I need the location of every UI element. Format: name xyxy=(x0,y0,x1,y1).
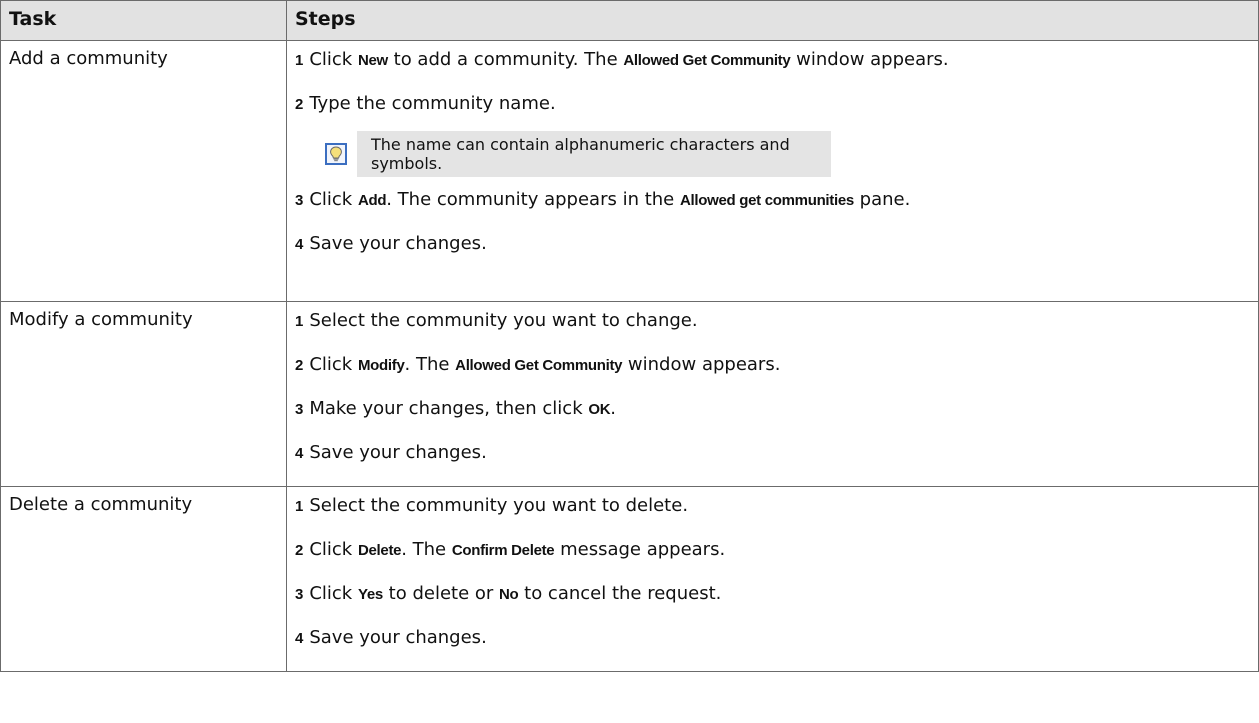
step-text: to cancel the request. xyxy=(518,583,722,604)
step-text: Save your changes. xyxy=(309,627,487,648)
table-row: Modify a community 1 Select the community … xyxy=(0,301,1259,487)
step-text: Click xyxy=(309,189,358,210)
steps-cell: 1 Click New to add a community. The Allow… xyxy=(286,40,1259,302)
step-text: Click xyxy=(309,354,358,375)
step-number: 2 xyxy=(295,96,304,113)
step-number: 3 xyxy=(295,192,304,209)
step-text: window appears. xyxy=(622,354,781,375)
step-text: window appears. xyxy=(790,49,949,70)
task-cell: Delete a community xyxy=(0,486,287,672)
step-item: 2 Click Delete. The Confirm Delete messag… xyxy=(295,539,1258,583)
step-text: Click xyxy=(309,539,358,560)
step-item: 4 Save your changes. xyxy=(295,442,1258,486)
step-text: pane. xyxy=(853,189,911,210)
ui-term: No xyxy=(499,586,519,603)
step-number: 4 xyxy=(295,236,304,253)
step-number: 3 xyxy=(295,586,304,603)
step-item: 2 Click Modify. The Allowed Get Community… xyxy=(295,354,1258,398)
ui-term: Allowed Get Community xyxy=(455,357,623,374)
ui-term: Yes xyxy=(357,586,383,603)
step-text: . The xyxy=(401,539,452,560)
ui-term: Modify xyxy=(357,357,405,374)
steps-cell: 1 Select the community you want to change… xyxy=(286,301,1259,487)
steps-cell: 1 Select the community you want to delete… xyxy=(286,486,1259,672)
task-cell: Add a community xyxy=(0,40,287,302)
step-item: 3 Click Add. The community appears in the… xyxy=(295,189,1258,233)
step-text: Click xyxy=(309,583,358,604)
table-row: Add a community 1 Click New to add a commu… xyxy=(0,40,1259,302)
step-item: 3 Make your changes, then click OK. xyxy=(295,398,1258,442)
tip-text: The name can contain alphanumeric charac… xyxy=(357,131,831,177)
step-number: 4 xyxy=(295,630,304,647)
step-number: 2 xyxy=(295,542,304,559)
task-steps-table: Task Steps Add a community 1 Click New to … xyxy=(0,0,1259,672)
step-item: 4 Save your changes. xyxy=(295,627,1258,671)
step-text: . The community appears in the xyxy=(386,189,680,210)
steps-column-header: Steps xyxy=(286,0,1259,41)
header-row: Task Steps xyxy=(0,0,1259,41)
step-item: 1 Select the community you want to delete… xyxy=(295,495,1258,539)
lightbulb-icon xyxy=(325,143,347,165)
tip-callout: The name can contain alphanumeric charac… xyxy=(325,131,1258,177)
step-text: to add a community. The xyxy=(387,49,624,70)
step-item: 4 Save your changes. xyxy=(295,233,1258,277)
step-text: message appears. xyxy=(554,539,726,560)
step-item: 3 Click Yes to delete or No to cancel the… xyxy=(295,583,1258,627)
step-text: Make your changes, then click xyxy=(309,398,589,419)
ui-term: Delete xyxy=(357,542,402,559)
step-text: Type the community name. xyxy=(309,93,556,114)
step-number: 1 xyxy=(295,52,304,69)
ui-term: OK xyxy=(588,401,611,418)
step-number: 1 xyxy=(295,313,304,330)
task-column-header: Task xyxy=(0,0,287,41)
step-number: 3 xyxy=(295,401,304,418)
steps-list: 1 Select the community you want to delete… xyxy=(287,487,1258,671)
ui-term: Add xyxy=(357,192,387,209)
ui-term: Allowed get communities xyxy=(679,192,854,209)
step-text: Select the community you want to delete. xyxy=(309,495,689,516)
steps-list: 1 Click New to add a community. The Allow… xyxy=(287,41,1258,277)
step-text: . The xyxy=(404,354,456,375)
step-text: to delete or xyxy=(382,583,500,604)
step-text: . xyxy=(610,398,616,419)
ui-term: Confirm Delete xyxy=(451,542,555,559)
task-cell: Modify a community xyxy=(0,301,287,487)
step-text: Select the community you want to change. xyxy=(309,310,698,331)
step-text: Save your changes. xyxy=(309,233,487,254)
step-item: 1 Select the community you want to change… xyxy=(295,310,1258,354)
ui-term: Allowed Get Community xyxy=(623,52,791,69)
steps-list: 1 Select the community you want to change… xyxy=(287,302,1258,486)
step-number: 1 xyxy=(295,498,304,515)
step-number: 2 xyxy=(295,357,304,374)
step-item: 1 Click New to add a community. The Allow… xyxy=(295,49,1258,93)
step-number: 4 xyxy=(295,445,304,462)
ui-term: New xyxy=(357,52,388,69)
step-item: 2 Type the community name. xyxy=(295,93,1258,131)
step-text: Click xyxy=(309,49,358,70)
table-row: Delete a community 1 Select the community … xyxy=(0,486,1259,672)
step-text: Save your changes. xyxy=(309,442,487,463)
